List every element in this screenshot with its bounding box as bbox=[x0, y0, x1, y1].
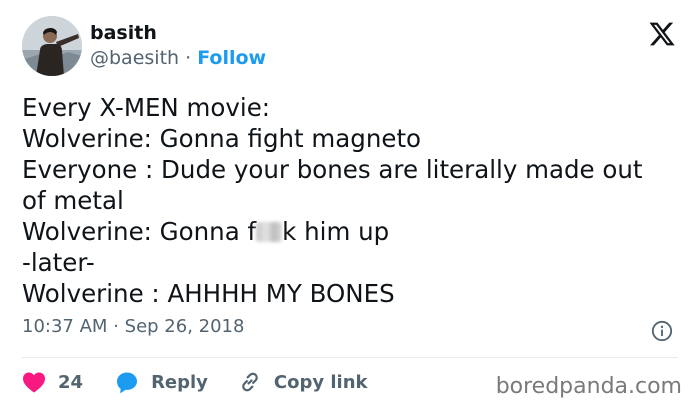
display-name[interactable]: basith bbox=[90, 22, 266, 45]
tweet-line-start: Wolverine: Gonna f bbox=[22, 217, 257, 246]
avatar-photo bbox=[22, 16, 82, 76]
watermark: boredpanda.com bbox=[495, 374, 682, 399]
x-logo-icon[interactable] bbox=[648, 20, 676, 48]
tweet-date: Sep 26, 2018 bbox=[124, 316, 245, 337]
tweet-header: basith @baesith · Follow bbox=[22, 16, 266, 76]
tweet-line: -later- bbox=[22, 248, 95, 277]
tweet-line: Everyone : Dude your bones are literally… bbox=[22, 155, 643, 184]
like-button[interactable]: 24 bbox=[22, 371, 83, 393]
reply-button[interactable]: Reply bbox=[115, 370, 208, 394]
tweet-line: Wolverine: Gonna fight magneto bbox=[22, 124, 422, 153]
link-icon bbox=[242, 372, 258, 392]
action-bar: 24 Reply Copy link bbox=[22, 366, 368, 398]
tweet-line: Every X-MEN movie: bbox=[22, 93, 271, 122]
heart-icon bbox=[23, 372, 45, 393]
reply-bubble-icon bbox=[117, 372, 138, 393]
tweet-line-end: k him up bbox=[282, 217, 390, 246]
reply-label: Reply bbox=[151, 371, 208, 393]
tweet-timestamp[interactable]: 10:37 AM · Sep 26, 2018 bbox=[22, 316, 244, 337]
copy-link-label: Copy link bbox=[273, 371, 368, 393]
author-info: basith @baesith · Follow bbox=[90, 22, 266, 70]
tweet-line-censored: Wolverine: Gonna f k him up bbox=[22, 216, 682, 247]
separator-dot: · bbox=[113, 316, 119, 337]
copy-link-button[interactable]: Copy link bbox=[238, 370, 368, 394]
like-count: 24 bbox=[58, 371, 84, 393]
avatar[interactable] bbox=[22, 16, 82, 76]
tweet-text: Every X-MEN movie: Wolverine: Gonna figh… bbox=[22, 92, 682, 309]
tweet-line: of metal bbox=[22, 186, 124, 215]
tweet-card: basith @baesith · Follow Every X-MEN mov… bbox=[0, 0, 700, 410]
tweet-line: Wolverine : AHHHH MY BONES bbox=[22, 279, 395, 308]
divider bbox=[22, 357, 678, 358]
handle[interactable]: @baesith bbox=[90, 47, 179, 69]
separator-dot: · bbox=[185, 47, 192, 69]
follow-button[interactable]: Follow bbox=[197, 47, 266, 69]
info-icon[interactable] bbox=[651, 320, 673, 342]
handle-row: @baesith · Follow bbox=[90, 47, 266, 70]
censor-blur bbox=[256, 222, 283, 242]
tweet-time: 10:37 AM bbox=[22, 316, 108, 337]
